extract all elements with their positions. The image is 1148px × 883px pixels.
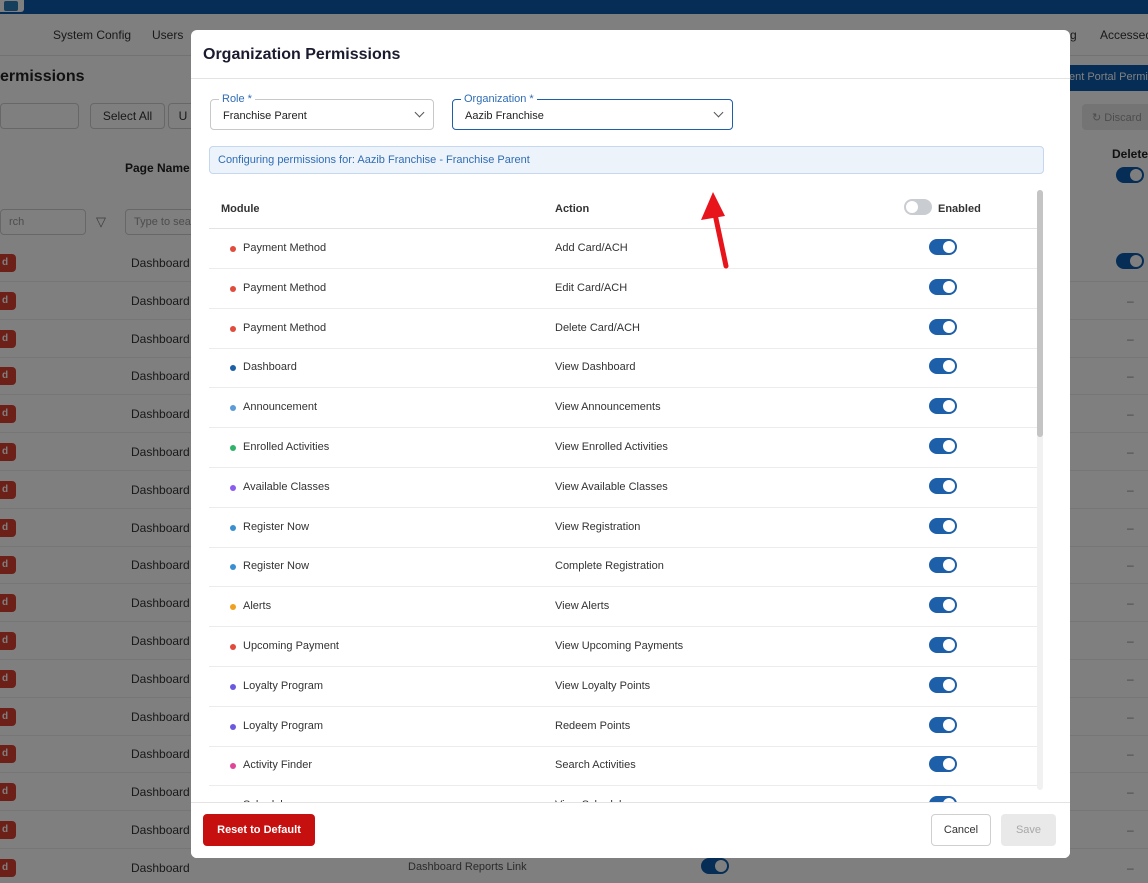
action-cell: Complete Registration [555,560,664,573]
action-cell: View Announcements [555,401,661,414]
enabled-toggle[interactable] [929,517,957,534]
organization-value: Aazib Franchise [465,110,544,122]
enable-all-toggle[interactable] [904,199,932,215]
organization-permissions-modal: Organization Permissions Role * Franchis… [191,30,1070,858]
role-label: Role * [219,93,255,105]
enabled-toggle[interactable] [929,676,957,693]
permission-row: Activity Finder Search Activities [209,746,1037,787]
permission-row: Loyalty Program View Loyalty Points [209,667,1037,707]
permission-row: Loyalty Program Redeem Points [209,707,1037,747]
permission-row: Payment Method Delete Card/ACH [209,309,1037,349]
module-cell: Activity Finder [243,759,313,772]
modal-footer: Reset to Default Cancel Save [191,802,1070,858]
organization-select[interactable]: Organization * Aazib Franchise [452,93,733,130]
role-select[interactable]: Role * Franchise Parent [210,93,434,130]
col-enabled: Enabled [938,203,981,215]
action-cell: View Available Classes [555,480,668,493]
module-cell: Upcoming Payment [243,640,339,652]
action-cell: View Upcoming Payments [555,640,684,652]
enabled-toggle[interactable] [929,637,957,653]
module-color-dot [230,604,236,611]
enabled-toggle[interactable] [929,557,957,574]
module-cell: Register Now [243,520,310,533]
module-cell: Alerts [243,600,272,613]
enabled-toggle[interactable] [929,597,957,614]
table-scrollbar[interactable] [1037,190,1043,790]
save-button[interactable]: Save [1001,814,1056,846]
module-color-dot [230,246,236,252]
module-cell: Payment Method [243,281,327,294]
enabled-toggle[interactable] [929,398,957,415]
module-color-dot [230,683,236,690]
module-cell: Enrolled Activities [243,441,330,453]
col-action: Action [555,203,590,215]
module-color-dot [230,445,236,451]
module-cell: Loyalty Program [243,719,324,732]
permission-row: Dashboard View Dashboard [209,348,1037,389]
chevron-down-icon [713,107,724,118]
enabled-toggle[interactable] [929,318,957,335]
action-cell: Redeem Points [555,719,631,732]
module-color-dot [230,405,236,412]
action-cell: Edit Card/ACH [555,281,628,294]
enabled-toggle[interactable] [929,358,957,375]
permission-row: Available Classes View Available Classes [209,468,1037,508]
permission-row: Register Now View Registration [209,508,1037,548]
configuring-info-bar: Configuring permissions for: Aazib Franc… [209,146,1044,174]
module-color-dot [230,763,236,770]
permission-row: Enrolled Activities View Enrolled Activit… [209,428,1037,468]
module-color-dot [230,325,236,332]
action-cell: View Alerts [555,600,610,613]
modal-header: Organization Permissions [191,30,1070,79]
module-cell: Dashboard [243,361,297,374]
module-color-dot [230,365,236,372]
permission-row: ScheduleView Schedule [209,786,1037,803]
scroll-thumb[interactable] [1037,190,1043,437]
module-color-dot [230,484,236,491]
enabled-toggle[interactable] [929,756,957,773]
module-cell: Payment Method [243,321,327,334]
organization-label: Organization * [461,93,537,105]
action-cell: View Dashboard [555,361,636,374]
col-module: Module [221,203,260,215]
permission-row: Announcement View Announcements [209,388,1037,429]
module-color-dot [230,524,236,531]
action-cell: Delete Card/ACH [555,321,640,334]
action-cell: Search Activities [555,759,636,772]
permissions-table: Module Action Enabled Payment Method Add … [209,189,1037,803]
permission-row: Upcoming Payment View Upcoming Payments [209,627,1037,667]
enabled-toggle[interactable] [929,239,957,255]
enabled-toggle[interactable] [929,438,957,454]
module-color-dot [230,285,236,292]
module-color-dot [230,644,236,650]
permission-row: Payment Method Add Card/ACH [209,229,1037,269]
permission-row: Alerts View Alerts [209,587,1037,628]
action-cell: View Enrolled Activities [555,441,668,453]
table-header: Module Action Enabled [209,189,1037,229]
module-cell: Announcement [243,401,317,414]
module-color-dot [230,564,236,571]
red-arrow-annotation [701,192,729,269]
module-cell: Loyalty Program [243,679,324,692]
role-value: Franchise Parent [223,110,307,122]
permission-row: Register Now Complete Registration [209,547,1037,588]
module-cell: Payment Method [243,242,327,254]
enabled-toggle[interactable] [929,716,957,733]
permission-row: Payment Method Edit Card/ACH [209,269,1037,309]
action-cell: Add Card/ACH [555,242,628,254]
enabled-toggle[interactable] [929,477,957,494]
modal-title: Organization Permissions [203,46,401,63]
reset-to-default-button[interactable]: Reset to Default [203,814,315,846]
module-color-dot [230,723,236,730]
module-cell: Register Now [243,560,310,573]
module-cell: Available Classes [243,480,330,493]
chevron-down-icon [414,107,425,118]
action-cell: View Registration [555,520,641,533]
cancel-button[interactable]: Cancel [931,814,991,846]
action-cell: View Loyalty Points [555,679,651,692]
enabled-toggle[interactable] [929,278,957,295]
